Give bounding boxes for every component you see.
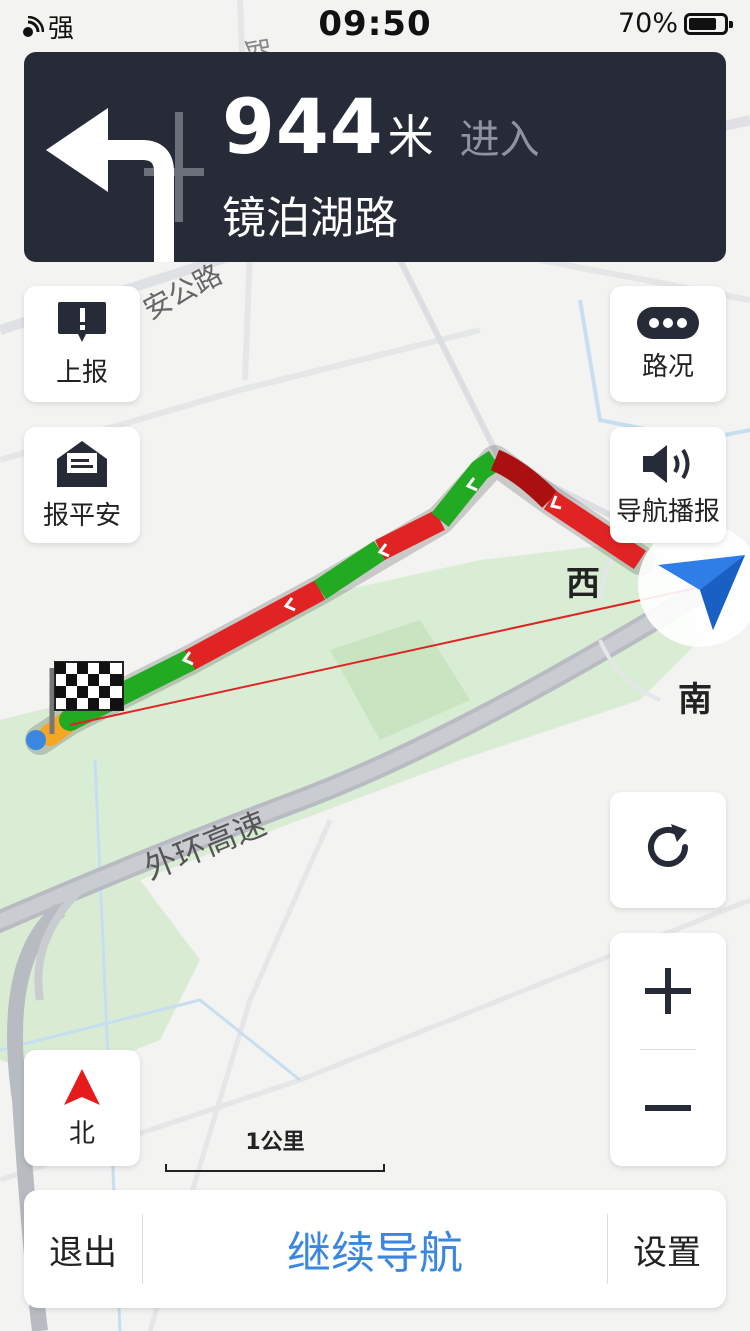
start-point [26,730,46,750]
bottom-action-bar: 退出 继续导航 设置 [24,1190,726,1308]
zoom-out-button[interactable] [610,1050,726,1166]
north-label: 北 [68,1118,95,1149]
more-dots-icon [637,306,699,339]
voice-broadcast-label: 导航播报 [615,496,720,527]
status-bar: 强 09:50 70% [0,0,750,50]
distance-unit: 米 [387,110,434,164]
settings-button[interactable]: 设置 [608,1190,726,1308]
envelope-icon [57,440,107,487]
compass-south-label: 南 [678,680,712,720]
north-arrow-icon [64,1068,100,1105]
safety-report-button[interactable]: 报平安 [24,427,140,543]
plus-icon [645,968,691,1014]
zoom-control [610,933,726,1166]
battery-percent: 70% [617,8,678,39]
minus-icon [645,1105,691,1111]
compass-west-label: 西 [566,564,600,604]
refresh-route-button[interactable] [610,792,726,908]
turn-guidance-panel: 944 米 进入 镜泊湖路 [24,52,726,262]
continue-navigation-button[interactable]: 继续导航 [143,1190,607,1308]
battery-icon [684,12,733,35]
safety-report-label: 报平安 [42,500,121,531]
distance-to-turn: 944 米 进入 [222,82,540,171]
zoom-in-button[interactable] [610,933,726,1049]
traffic-button[interactable]: 路况 [610,286,726,402]
north-up-button[interactable]: 北 [24,1050,140,1166]
scale-label: 1公里 [245,1130,305,1155]
voice-broadcast-button[interactable]: 导航播报 [610,427,726,543]
exit-button[interactable]: 退出 [24,1190,142,1308]
turn-action: 进入 [459,117,540,163]
distance-value: 944 [222,82,384,171]
traffic-label: 路况 [641,351,694,382]
turn-left-arrow-icon [46,108,204,262]
battery-indicator: 70% [617,8,733,39]
report-label: 上报 [55,357,108,388]
refresh-icon [648,824,688,867]
scale-bar [165,1164,385,1172]
map-scale: 1公里 [165,1124,385,1172]
speaker-icon [643,444,690,483]
report-icon [58,301,106,342]
report-button[interactable]: 上报 [24,286,140,402]
next-road-name: 镜泊湖路 [222,193,398,244]
